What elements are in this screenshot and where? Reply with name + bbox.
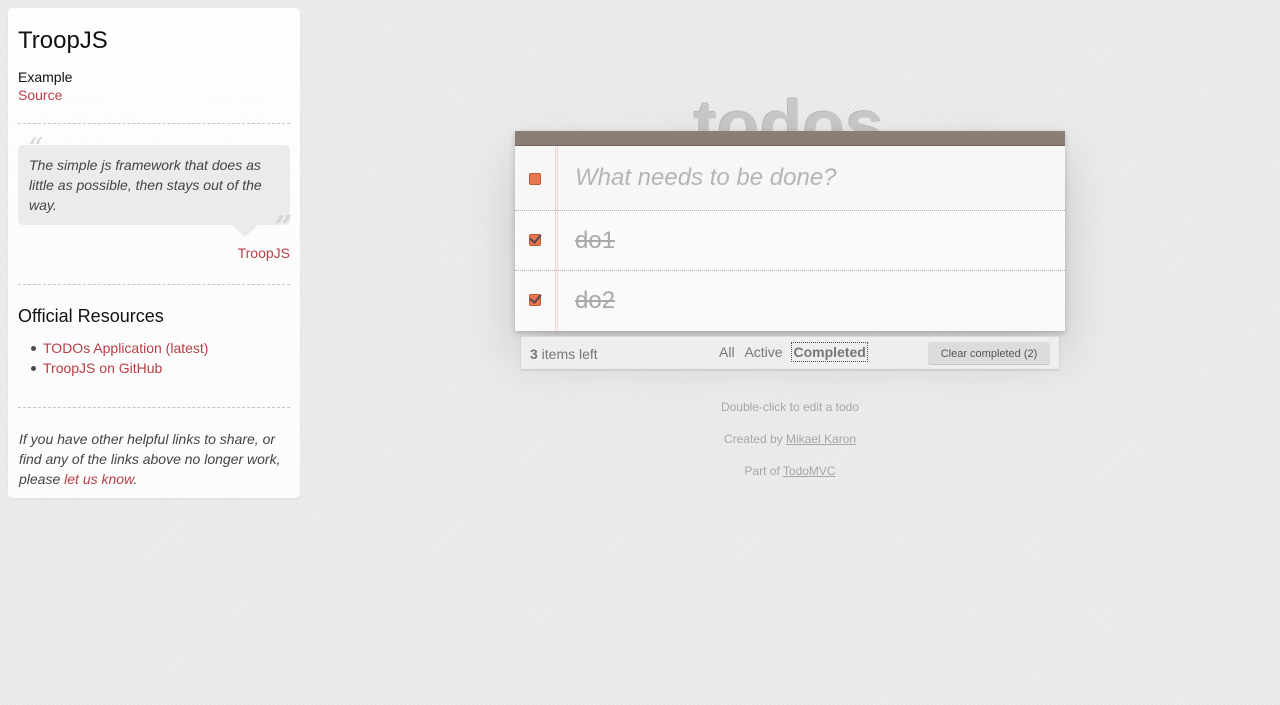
todo-toggle-checkbox[interactable]	[529, 291, 542, 306]
example-label: Example	[18, 69, 73, 85]
todomvc-link[interactable]: TodoMVC	[783, 464, 836, 478]
resource-link-todos-app[interactable]: TODOs Application (latest)	[43, 340, 208, 356]
header-bar	[515, 131, 1065, 146]
todo-label[interactable]: do2	[575, 286, 615, 316]
edit-hint: Double-click to edit a todo	[720, 400, 860, 414]
todo-count: 3 items left	[530, 346, 598, 362]
info: Double-click to edit a todo Created by M…	[590, 400, 990, 496]
let-us-know-link[interactable]: let us know	[64, 471, 133, 487]
part-of: Part of TodoMVC	[590, 464, 990, 479]
resources-title: Official Resources	[18, 306, 164, 326]
close-quote-icon: ”	[274, 210, 292, 245]
resource-link-github[interactable]: TroopJS on GitHub	[43, 360, 162, 376]
filter-item: Active	[743, 344, 783, 360]
todo-count-suffix: items left	[537, 346, 598, 362]
todo-count-number: 3	[530, 346, 538, 362]
filter-item: All	[718, 344, 736, 360]
quote-author-link[interactable]: TroopJS	[238, 245, 290, 261]
part-of-prefix: Part of	[744, 464, 783, 478]
list-item: TroopJS on GitHub	[30, 358, 208, 378]
filter-active[interactable]: Active	[743, 343, 783, 361]
checkmark-icon	[529, 291, 542, 304]
filter-completed[interactable]: Completed	[791, 342, 868, 362]
todo-item[interactable]: do2	[515, 271, 1065, 331]
todo-toggle-checkbox[interactable]	[529, 231, 542, 246]
filter-all[interactable]: All	[718, 343, 736, 361]
new-todo-row	[515, 146, 1065, 211]
author-link[interactable]: Mikael Karon	[786, 432, 856, 446]
sidebar: TroopJS Example Source “ The simple js f…	[8, 8, 300, 498]
created-by-prefix: Created by	[723, 432, 786, 446]
new-todo-input[interactable]	[575, 146, 1055, 210]
divider	[18, 407, 290, 408]
divider	[18, 284, 290, 285]
checkmark-icon	[529, 231, 542, 244]
created-by: Created by Mikael Karon	[590, 432, 990, 447]
toggle-all-checkbox[interactable]	[529, 173, 541, 185]
clear-completed-button[interactable]: Clear completed (2)	[928, 342, 1050, 365]
footer-note-text: If you have other helpful links to share…	[19, 431, 281, 487]
resources-list: TODOs Application (latest) TroopJS on Gi…	[18, 338, 208, 378]
sidebar-footer-note: If you have other helpful links to share…	[19, 429, 294, 489]
todo-footer: 3 items left All Active Completed Clear …	[521, 336, 1059, 369]
filters: All Active Completed	[718, 342, 872, 362]
quote-body: The simple js framework that does as lit…	[29, 157, 262, 213]
filter-item: Completed	[791, 342, 868, 362]
list-item: TODOs Application (latest)	[30, 338, 208, 358]
todo-app: do1 do2	[515, 131, 1065, 331]
todo-item[interactable]: do1	[515, 211, 1065, 271]
footer-note-end: .	[133, 471, 138, 487]
todo-label[interactable]: do1	[575, 226, 615, 256]
sidebar-title: TroopJS	[18, 27, 108, 54]
